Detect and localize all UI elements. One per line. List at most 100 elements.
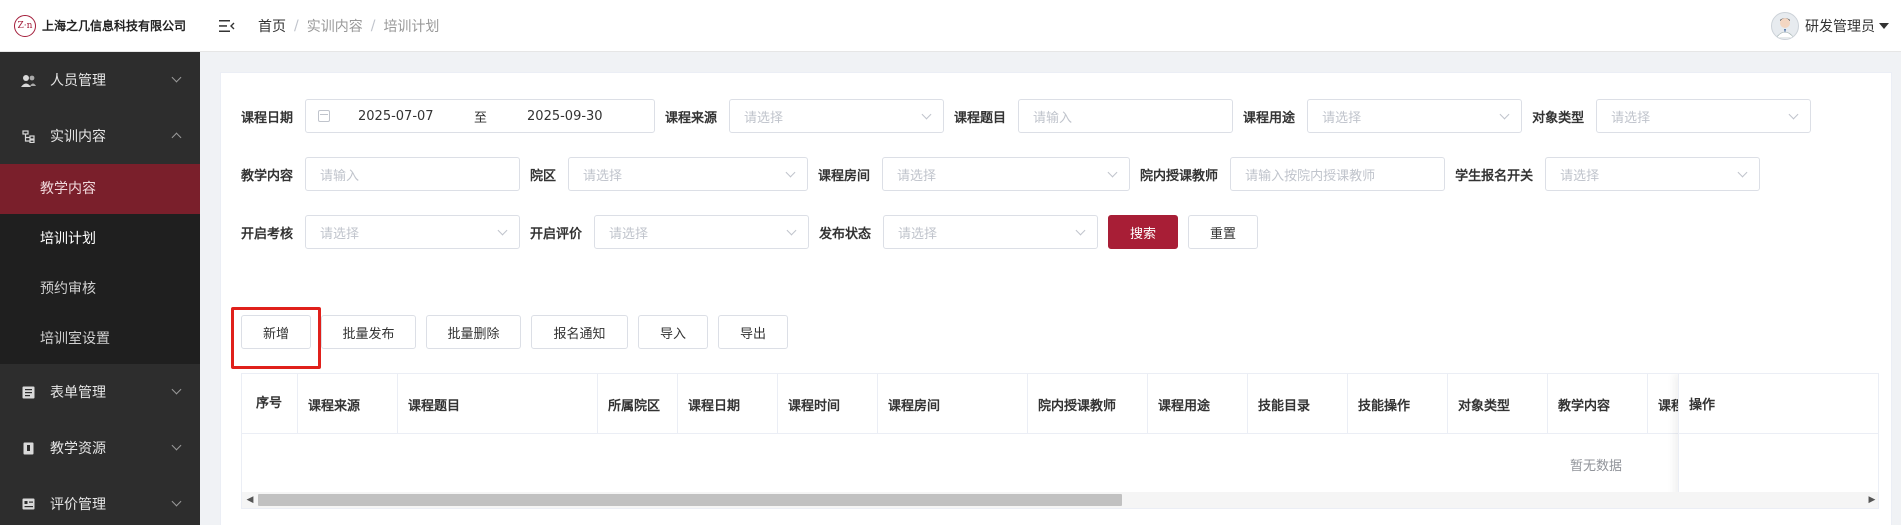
- search-button[interactable]: 搜索: [1108, 215, 1179, 249]
- assessment-select[interactable]: 请选择: [305, 215, 521, 249]
- sidebar-item-evaluation[interactable]: 评价管理: [0, 476, 200, 525]
- sidebar-subitem-booking-review[interactable]: 预约审核: [0, 264, 200, 314]
- sidebar-subitem-training-plan[interactable]: 培训计划: [0, 214, 200, 264]
- column-header: 技能目录: [1248, 374, 1348, 434]
- column-header: 课程房间: [878, 374, 1028, 434]
- export-button[interactable]: 导出: [718, 315, 788, 349]
- scroll-left-icon[interactable]: ◀: [242, 492, 258, 508]
- breadcrumb-current: 培训计划: [383, 18, 440, 35]
- column-header: 院内授课教师: [1028, 374, 1148, 434]
- batch-delete-button[interactable]: 批量删除: [426, 315, 521, 349]
- select-placeholder: 请选择: [320, 226, 360, 242]
- chevron-down-icon: [171, 384, 182, 395]
- column-header: 课程日期: [678, 374, 778, 434]
- tree-icon: [20, 129, 36, 143]
- select-placeholder: 请选择: [744, 110, 784, 126]
- target-type-select[interactable]: 请选择: [1596, 99, 1812, 133]
- scroll-right-icon[interactable]: ▶: [1864, 492, 1878, 508]
- course-purpose-select[interactable]: 请选择: [1307, 99, 1523, 133]
- user-menu[interactable]: 研发管理员: [1771, 12, 1889, 40]
- logo-icon: Z·n: [14, 14, 36, 37]
- signup-notice-button[interactable]: 报名通知: [531, 315, 628, 349]
- select-placeholder: 请选择: [609, 226, 649, 242]
- column-header: 技能操作: [1348, 374, 1448, 434]
- sidebar-item-personnel[interactable]: 人员管理: [0, 52, 200, 108]
- select-placeholder: 请选择: [583, 168, 623, 184]
- chevron-down-icon: [786, 225, 797, 236]
- breadcrumb-separator: /: [294, 17, 299, 34]
- filter-row-2: 教学内容 请输入 院区 请选择 课程房间 请选择 院内授课教师 请输入按院内授课…: [241, 157, 1770, 191]
- sidebar-item-training-content[interactable]: 实训内容: [0, 108, 200, 164]
- scrollbar-thumb[interactable]: [258, 494, 1122, 506]
- course-room-select[interactable]: 请选择: [882, 157, 1131, 191]
- breadcrumb: 首页 / 实训内容 / 培训计划: [258, 16, 439, 36]
- sidebar-item-label: 教学资源: [50, 441, 106, 457]
- horizontal-scrollbar[interactable]: ◀ ▶: [242, 492, 1878, 508]
- sidebar-item-label: 人员管理: [50, 73, 106, 89]
- top-header: Z·n 上海之几信息科技有限公司 首页 / 实训内容 / 培训计划 研发管理员: [0, 0, 1901, 52]
- column-header: 教学内容: [1548, 374, 1648, 434]
- course-source-label: 课程来源: [665, 110, 718, 126]
- chevron-up-icon: [171, 132, 182, 143]
- column-header: 课程时间: [778, 374, 878, 434]
- target-type-label: 对象类型: [1532, 110, 1585, 126]
- filter-row-3: 开启考核 请选择 开启评价 请选择 发布状态 请选择 搜索 重置: [241, 215, 1268, 249]
- rating-icon: [20, 498, 36, 510]
- select-placeholder: 请选择: [898, 226, 938, 242]
- user-group-icon: [20, 74, 36, 87]
- evaluation-select[interactable]: 请选择: [594, 215, 810, 249]
- sidebar-subitem-teaching-content[interactable]: 教学内容: [0, 164, 200, 214]
- chevron-down-icon: [1499, 109, 1510, 120]
- batch-publish-button[interactable]: 批量发布: [321, 315, 416, 349]
- fixed-action-column: 操作: [1678, 374, 1878, 508]
- teaching-content-input[interactable]: 请输入: [305, 157, 521, 191]
- breadcrumb-home[interactable]: 首页: [258, 16, 286, 36]
- course-date-range-picker[interactable]: 2025-07-07 至 2025-09-30: [305, 99, 656, 133]
- student-signup-label: 学生报名开关: [1455, 168, 1534, 184]
- column-header: 课程来源: [298, 374, 398, 434]
- course-date-label: 课程日期: [241, 110, 294, 126]
- sidebar-subitem-room-settings[interactable]: 培训室设置: [0, 314, 200, 364]
- date-start[interactable]: 2025-07-07: [358, 109, 474, 124]
- course-purpose-label: 课程用途: [1243, 110, 1296, 126]
- course-source-select[interactable]: 请选择: [729, 99, 945, 133]
- breadcrumb-separator: /: [370, 17, 376, 34]
- chevron-down-icon: [497, 225, 508, 236]
- company-name: 上海之几信息科技有限公司: [42, 19, 187, 33]
- chevron-down-icon: [171, 440, 182, 451]
- sidebar-item-label: 实训内容: [50, 129, 106, 145]
- scrollbar-track[interactable]: [258, 492, 1878, 508]
- chevron-down-icon: [921, 109, 932, 120]
- instructor-input[interactable]: 请输入按院内授课教师: [1230, 157, 1446, 191]
- course-topic-label: 课程题目: [954, 110, 1007, 126]
- input-placeholder: 请输入按院内授课教师: [1245, 168, 1376, 184]
- form-icon: [20, 386, 36, 399]
- date-range-separator: 至: [474, 110, 488, 126]
- publish-status-label: 发布状态: [819, 226, 872, 242]
- company-logo[interactable]: Z·n 上海之几信息科技有限公司: [0, 0, 200, 52]
- course-topic-input[interactable]: 请输入: [1018, 99, 1234, 133]
- user-name: 研发管理员: [1805, 19, 1875, 35]
- reset-button[interactable]: 重置: [1188, 215, 1259, 249]
- import-button[interactable]: 导入: [638, 315, 708, 349]
- breadcrumb-section[interactable]: 实训内容: [307, 16, 363, 36]
- sidebar-item-teaching-resources[interactable]: 教学资源: [0, 420, 200, 476]
- book-icon: [20, 442, 36, 455]
- campus-select[interactable]: 请选择: [568, 157, 809, 191]
- column-header-actions: 操作: [1679, 374, 1878, 434]
- date-end[interactable]: 2025-09-30: [527, 109, 637, 124]
- sidebar-item-forms[interactable]: 表单管理: [0, 364, 200, 420]
- menu-collapse-icon[interactable]: [216, 19, 238, 33]
- select-placeholder: 请选择: [1611, 110, 1651, 126]
- course-room-label: 课程房间: [818, 168, 871, 184]
- column-header: 所属院区: [598, 374, 678, 434]
- column-header: 对象类型: [1448, 374, 1548, 434]
- table-empty-text: 暂无数据: [1569, 458, 1622, 474]
- add-button[interactable]: 新增: [241, 315, 311, 349]
- student-signup-select[interactable]: 请选择: [1545, 157, 1761, 191]
- publish-status-select[interactable]: 请选择: [883, 215, 1099, 249]
- select-placeholder: 请选择: [1560, 168, 1600, 184]
- calendar-icon: [318, 110, 331, 122]
- column-header: 课程用途: [1148, 374, 1248, 434]
- content-card: 课程日期 2025-07-07 至 2025-09-30 课程来源 请选择 课程…: [220, 72, 1892, 525]
